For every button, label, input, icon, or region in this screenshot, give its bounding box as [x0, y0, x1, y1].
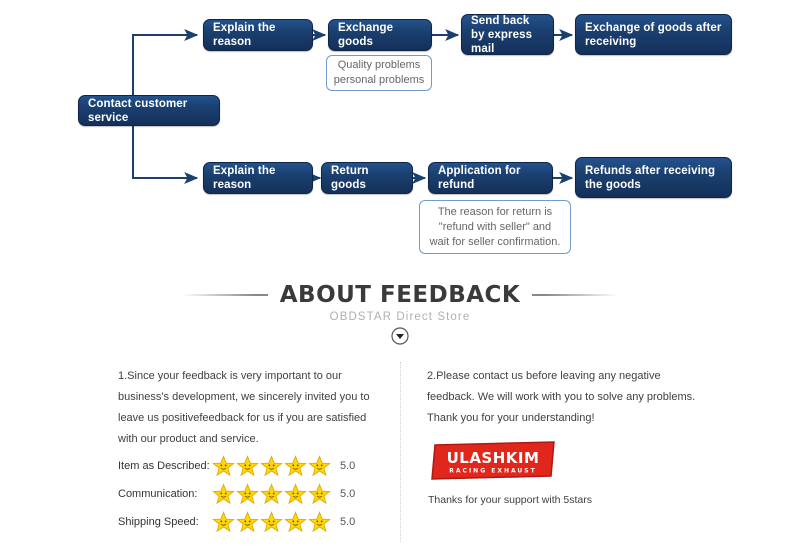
logo-caption: Thanks for your support with 5stars — [428, 494, 592, 506]
node-label: Send back by express mail — [471, 14, 533, 55]
node-explain-reason-refund[interactable]: Explain the reason — [203, 162, 313, 194]
node-label: Return goods — [331, 165, 369, 191]
node-label: Exchange of goods after receiving — [585, 21, 722, 48]
callout-line-1: Quality problems — [337, 59, 421, 71]
node-contact-customer-service[interactable]: Contact customer service — [78, 95, 220, 126]
callout-line-2: "refund with seller" and — [438, 220, 552, 233]
node-explain-reason-exchange[interactable]: Explain the reason — [203, 19, 313, 51]
feedback-note-negative: 2.Please contact us before leaving any n… — [427, 370, 696, 424]
star-icon — [284, 455, 307, 477]
ulashkim-logo: ULASHKIM RACING EXHAUST — [431, 441, 555, 480]
logo-tagline: RACING EXHAUST — [449, 468, 536, 475]
node-application-for-refund[interactable]: Application for refund — [428, 162, 553, 194]
rating-score: 5.0 — [340, 488, 356, 500]
star-rating-communication — [212, 483, 331, 505]
star-icon — [236, 483, 259, 505]
callout-line-2: personal problems — [333, 74, 425, 86]
star-icon — [260, 511, 283, 533]
title-rule-right — [532, 294, 619, 296]
rating-row: Shipping Speed: 5.0 — [118, 508, 388, 536]
node-label: Explain the reason — [213, 22, 276, 48]
star-icon — [212, 511, 235, 533]
node-label: Explain the reason — [213, 165, 276, 191]
node-label: Exchange goods — [338, 22, 394, 48]
star-rating-shipping-speed — [212, 511, 331, 533]
node-label: Refunds after receiving the goods — [585, 164, 716, 191]
ratings-list: Item as Described: 5.0 Communication: 5.… — [118, 452, 388, 536]
feedback-title-row: ABOUT FEEDBACK — [0, 282, 800, 308]
title-rule-left — [181, 294, 268, 296]
returns-flow-diagram: Contact customer service Explain the rea… — [0, 0, 800, 275]
star-icon — [284, 483, 307, 505]
callout-exchange-reasons: Quality problems personal problems — [326, 55, 432, 91]
node-exchange-after-receiving[interactable]: Exchange of goods after receiving — [575, 14, 732, 55]
chevron-down-circle-icon — [391, 327, 409, 345]
callout-line-3: wait for seller confirmation. — [429, 235, 561, 248]
node-return-goods[interactable]: Return goods — [321, 162, 413, 194]
star-icon — [260, 455, 283, 477]
about-feedback-header: ABOUT FEEDBACK OBDSTAR Direct Store — [0, 282, 800, 346]
star-icon — [236, 455, 259, 477]
star-icon — [236, 511, 259, 533]
column-divider — [400, 362, 401, 542]
rating-label: Item as Described: — [118, 460, 210, 472]
star-icon — [308, 483, 331, 505]
star-icon — [260, 483, 283, 505]
seller-branding: ULASHKIM RACING EXHAUST Thanks for your … — [428, 440, 708, 506]
star-icon — [212, 455, 235, 477]
node-label: Application for refund — [438, 165, 521, 191]
star-icon — [308, 511, 331, 533]
node-refunds-after-receiving[interactable]: Refunds after receiving the goods — [575, 157, 732, 198]
expand-section-button[interactable] — [0, 326, 800, 346]
callout-refund-instructions: The reason for return is "refund with se… — [419, 200, 571, 254]
rating-row: Item as Described: 5.0 — [118, 452, 388, 480]
node-label: Contact customer service — [88, 97, 188, 124]
rating-score: 5.0 — [340, 460, 356, 472]
star-icon — [212, 483, 235, 505]
rating-label: Shipping Speed: — [118, 516, 199, 528]
callout-line-1: The reason for return is — [437, 205, 553, 218]
node-send-back-express-mail[interactable]: Send back by express mail — [461, 14, 554, 55]
feedback-note-positive: 1.Since your feedback is very important … — [118, 370, 370, 445]
page-title: ABOUT FEEDBACK — [279, 282, 521, 308]
logo-name: ULASHKIM — [447, 449, 540, 467]
star-rating-item-as-described — [212, 455, 331, 477]
star-icon — [284, 511, 307, 533]
node-exchange-goods[interactable]: Exchange goods — [328, 19, 432, 51]
rating-score: 5.0 — [340, 516, 356, 528]
store-subtitle: OBDSTAR Direct Store — [329, 311, 471, 323]
rating-label: Communication: — [118, 488, 198, 500]
star-icon — [308, 455, 331, 477]
rating-row: Communication: 5.0 — [118, 480, 388, 508]
